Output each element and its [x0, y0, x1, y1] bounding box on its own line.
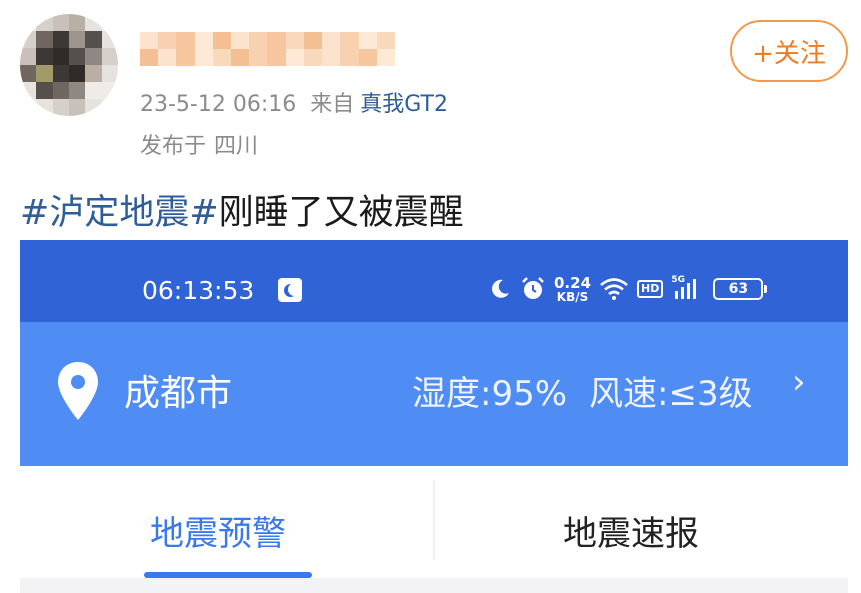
- phone-status-bar: 06:13:53 0.24 KB/S HD 5G 63: [20, 240, 848, 322]
- post-text: #泸定地震#刚睡了又被震醒: [20, 184, 464, 235]
- alarm-icon: [522, 277, 544, 299]
- post-location: 发布于 四川: [140, 128, 258, 160]
- city-bar[interactable]: 成都市 湿度:95% 风速:≤3级 ›: [20, 322, 848, 466]
- source-prefix: 来自: [310, 92, 355, 117]
- wind-speed: 风速:≤3级: [589, 374, 753, 414]
- avatar[interactable]: [20, 14, 118, 116]
- location-pin-icon: [58, 362, 98, 420]
- hashtag-link[interactable]: #泸定地震#: [20, 193, 219, 233]
- follow-button[interactable]: +关注: [730, 20, 848, 82]
- tab-earthquake-warning[interactable]: 地震预警: [150, 506, 286, 555]
- post-body: 刚睡了又被震醒: [218, 193, 464, 233]
- embedded-screenshot[interactable]: 06:13:53 0.24 KB/S HD 5G 63 成都市 湿度:95% 风…: [20, 240, 848, 593]
- battery-icon: 63: [713, 278, 768, 300]
- post-date-time: 23-5-12 06:16: [140, 92, 297, 117]
- hd-badge: HD: [637, 280, 664, 298]
- chevron-right-icon[interactable]: ›: [792, 362, 806, 402]
- location-prefix: 发布于: [140, 134, 207, 159]
- location-name: 四川: [214, 134, 259, 159]
- humidity: 湿度:95%: [412, 374, 568, 414]
- tab-earthquake-report[interactable]: 地震速报: [563, 506, 699, 555]
- moon-badge-icon: [278, 278, 302, 302]
- wifi-icon: [600, 278, 628, 300]
- device-link[interactable]: 真我GT2: [360, 92, 448, 117]
- city-name: 成都市: [124, 373, 233, 414]
- status-time: 06:13:53: [142, 276, 255, 305]
- post-meta: 23-5-12 06:16 来自 真我GT2: [140, 86, 448, 118]
- status-icons: 0.24 KB/S HD 5G 63: [488, 273, 768, 304]
- moon-icon: [492, 279, 509, 298]
- tab-divider: [433, 480, 435, 560]
- weather-info: 湿度:95% 风速:≤3级: [412, 366, 753, 415]
- signal-icon: 5G: [671, 275, 705, 301]
- content-divider: [20, 578, 848, 593]
- tab-bar: 地震预警 地震速报: [20, 466, 848, 584]
- username-blurred[interactable]: [140, 32, 395, 66]
- net-speed: 0.24 KB/S: [554, 273, 592, 304]
